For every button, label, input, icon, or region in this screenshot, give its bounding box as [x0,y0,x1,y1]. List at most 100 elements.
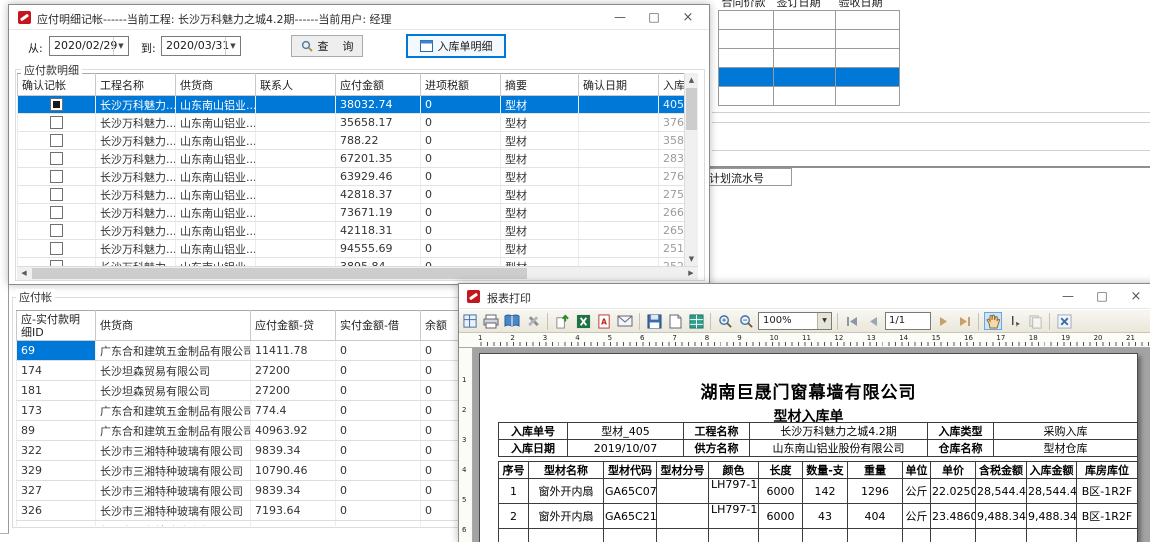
export-icon[interactable] [553,312,571,330]
table-row[interactable]: 长沙万科魅力...山东南山铝业...63929.460型材276 [18,168,685,186]
titlebar[interactable]: 报表打印 — □ × [459,284,1150,309]
vertical-scrollbar[interactable]: ▲ ▼ [684,73,698,266]
column-header[interactable]: 实付金额-借 [336,311,421,341]
excel-icon[interactable] [574,312,592,330]
table-row[interactable]: 长沙万科魅力...山东南山铝业...42118.310型材265 [18,222,685,240]
pdf-icon[interactable]: A [595,312,613,330]
design-icon[interactable] [461,312,479,330]
confirm-checkbox[interactable] [50,152,63,165]
table-row[interactable]: 长沙万科魅力...山东南山铝业...73671.190型材266 [18,204,685,222]
close-button[interactable]: × [1119,284,1150,309]
table-row[interactable]: 长沙万科魅力...山东南山铝业...42818.370型材275 [18,186,685,204]
column-header[interactable]: 工程名称 [96,74,176,96]
confirm-checkbox[interactable] [50,98,63,111]
table-row[interactable] [719,11,900,30]
copy-page-icon[interactable] [1026,312,1044,330]
zoom-in-icon[interactable] [716,312,734,330]
table-cell: 广东合和建筑五金制品有限公司 [96,401,251,421]
preview-pane[interactable]: 123456 湖南巨晟门窗幕墙有限公司 型材入库单 入库单号型材_405工程名称… [459,348,1150,542]
table-row[interactable] [719,68,900,87]
minimize-button[interactable]: — [1051,284,1085,309]
hand-tool-icon[interactable] [984,312,1002,330]
page-setup-icon[interactable] [666,312,684,330]
column-header[interactable]: 进项税额 [421,74,501,96]
scroll-left-icon[interactable]: ◀ [17,267,31,280]
table-row[interactable]: 长沙万科魅力...山东南山铝业...3895.840型材252 [18,258,685,267]
book-icon[interactable] [503,312,521,330]
from-date-combo[interactable]: 2020/02/29 ▼ [49,36,129,56]
column-header[interactable]: 摘要 [501,74,579,96]
column-header[interactable]: 供货商 [176,74,256,96]
scroll-right-icon[interactable]: ▶ [684,267,698,280]
confirm-checkbox[interactable] [50,188,63,201]
table-row[interactable]: 长沙万科魅力...山东南山铝业...94555.690型材251 [18,240,685,258]
chevron-down-icon[interactable]: ▼ [225,37,240,55]
titlebar[interactable]: 应付明细记帐------当前工程: 长沙万科魅力之城4.2期------当前用户… [9,5,709,30]
inbound-no-cell: 405 [659,96,685,114]
table-row[interactable]: 长沙万科魅力...山东南山铝业...67201.350型材283 [18,150,685,168]
svg-text:A: A [601,317,607,326]
close-button[interactable]: × [671,5,705,30]
column-header[interactable]: 联系人 [256,74,336,96]
data-grid-icon[interactable] [687,312,705,330]
mail-icon[interactable] [616,312,634,330]
table-row[interactable]: 173广东合和建筑五金制品有限公司774.400 [17,401,501,421]
horizontal-scrollbar[interactable]: ◀ ▶ [17,266,698,280]
column-header[interactable]: 应付金额 [336,74,421,96]
minimize-button[interactable]: — [603,5,637,30]
table-cell [251,521,336,527]
confirm-checkbox[interactable] [50,134,63,147]
zoom-level-combo[interactable]: 100%▼ [758,312,832,330]
table-row[interactable]: 69广东合和建筑五金制品有限公司11411.7800 [17,341,501,361]
close-preview-icon[interactable] [1055,312,1073,330]
table-row[interactable]: 329长沙市三湘特种玻璃有限公司10790.4600 [17,461,501,481]
chevron-down-icon[interactable]: ▼ [817,313,831,329]
table-row[interactable]: 长沙万科魅力...山东南山铝业...35658.170型材376 [18,114,685,132]
scrollbar-thumb[interactable] [32,268,527,279]
table-row[interactable]: 322长沙市三湘特种玻璃有限公司9839.3400 [17,441,501,461]
zoom-out-icon[interactable] [737,312,755,330]
scroll-up-icon[interactable]: ▲ [685,73,698,87]
print-icon[interactable] [482,312,500,330]
table-row[interactable]: 181长沙坦森贸易有限公司2720000 [17,381,501,401]
table-row[interactable] [719,87,900,106]
page-indicator-input[interactable]: 1/1 [885,312,931,330]
scroll-down-icon[interactable]: ▼ [685,252,698,266]
text-select-icon[interactable]: I [1005,312,1023,330]
save-icon[interactable] [645,312,663,330]
table-row[interactable] [719,30,900,49]
confirm-checkbox[interactable] [50,242,63,255]
table-row[interactable]: 327长沙市三湘特种玻璃有限公司9839.3400 [17,481,501,501]
confirm-checkbox[interactable] [50,224,63,237]
table-row[interactable]: 长沙万科魅力...山东南山铝业...38032.740型材405 [18,96,685,114]
inbound-no-cell: 266 [659,204,685,222]
to-date-combo[interactable]: 2020/03/31 ▼ [161,36,241,56]
plan-serial-field[interactable]: 计划流水号 [706,168,792,186]
maximize-button[interactable]: □ [637,5,671,30]
table-row[interactable]: 长沙万科魅力...山东南山铝业...788.220型材358 [18,132,685,150]
query-button[interactable]: 查 询 [291,35,363,57]
last-page-icon[interactable] [955,312,973,330]
chevron-down-icon[interactable]: ▼ [113,37,128,55]
table-cell: 89 [17,421,96,441]
scrollbar-thumb[interactable] [686,88,697,130]
inbound-detail-button[interactable]: 入库单明细 [406,34,506,58]
table-row[interactable]: 89广东合和建筑五金制品有限公司40963.9200 [17,421,501,441]
column-header[interactable]: 应付金额-贷 [251,311,336,341]
next-page-icon[interactable] [934,312,952,330]
column-header[interactable]: 入库 [659,74,685,96]
table-row[interactable]: 174长沙坦森贸易有限公司2720000 [17,361,501,381]
prev-page-icon[interactable] [864,312,882,330]
tools-icon[interactable] [524,312,542,330]
table-row[interactable]: 326长沙市三湘特种玻璃有限公司7193.6400 [17,501,501,521]
confirm-checkbox[interactable] [50,206,63,219]
confirm-checkbox[interactable] [50,116,63,129]
column-header[interactable]: 供货商 [96,311,251,341]
column-header[interactable]: 确认日期 [579,74,659,96]
first-page-icon[interactable] [843,312,861,330]
table-row[interactable] [719,49,900,68]
table-row[interactable]: 长沙市三湘特种玻璃有限公司 [17,521,501,527]
maximize-button[interactable]: □ [1085,284,1119,309]
column-header[interactable]: 应-实付款明 细ID [17,311,96,341]
confirm-checkbox[interactable] [50,170,63,183]
